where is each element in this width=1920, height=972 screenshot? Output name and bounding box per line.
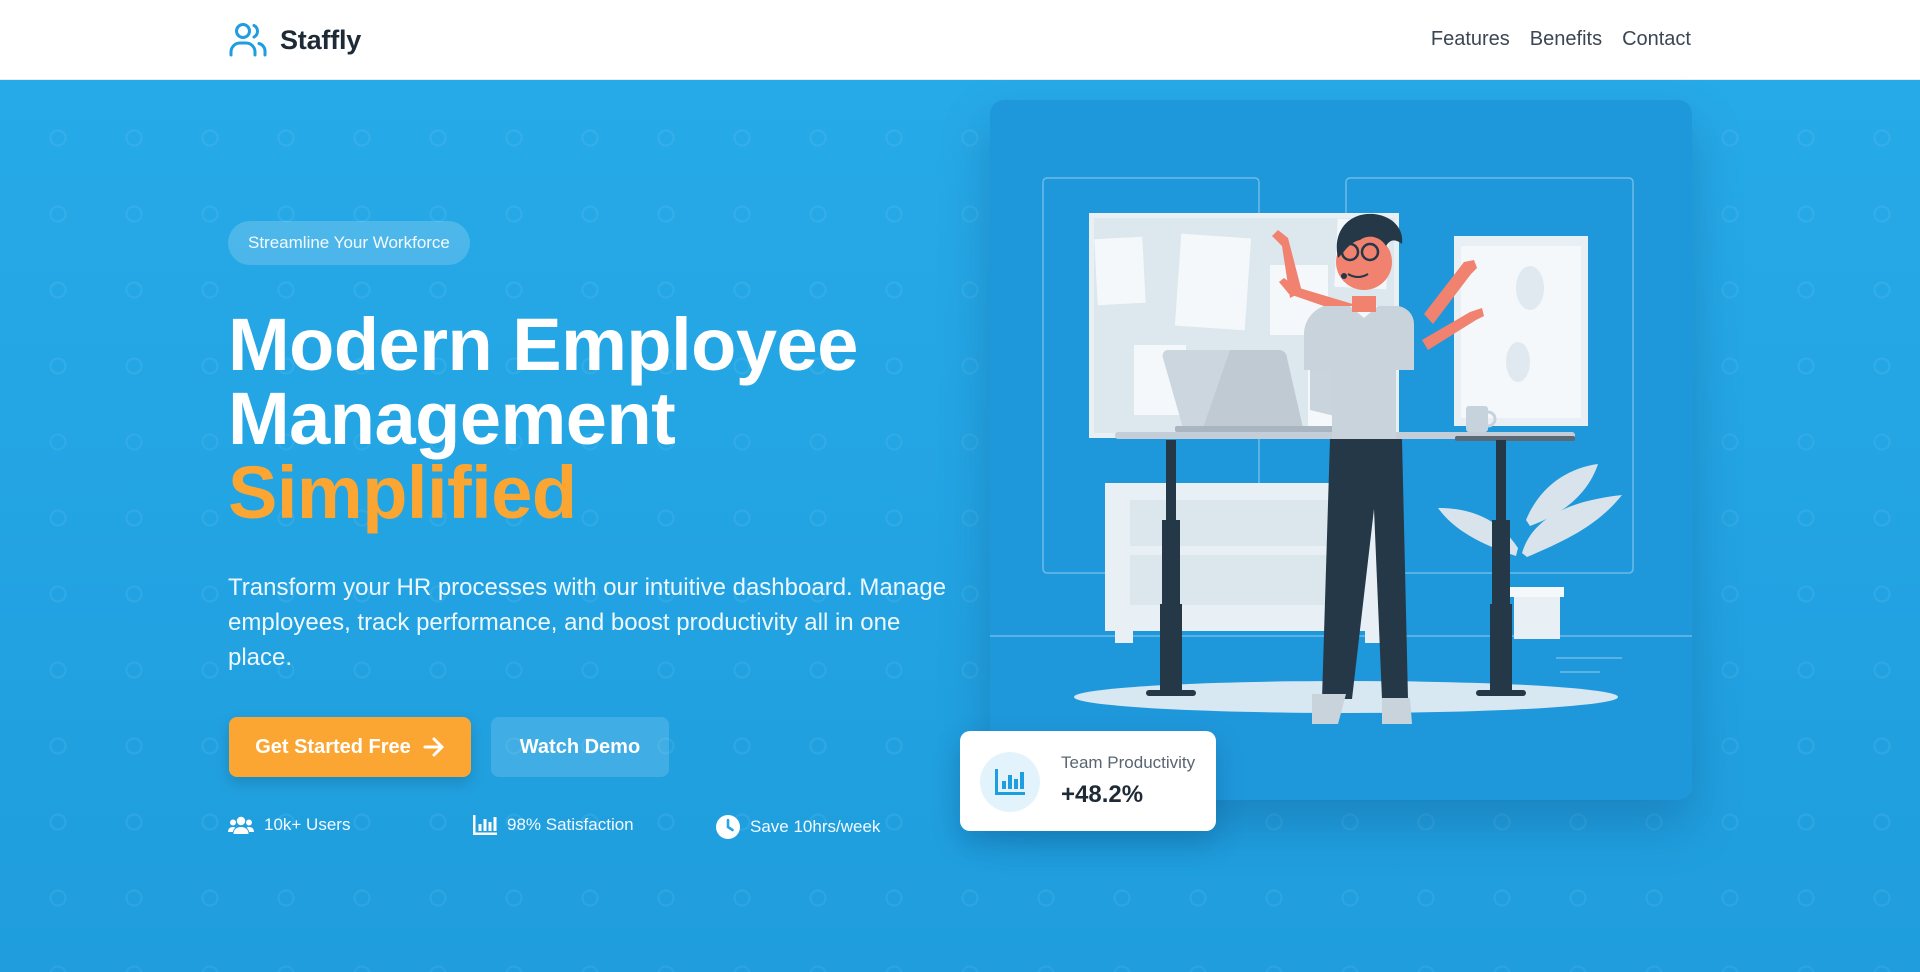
metric-value: +48.2% (1061, 781, 1144, 808)
navbar: Staffly Features Benefits Contact (0, 0, 1920, 80)
watch-demo-label: Watch Demo (519, 735, 641, 758)
nav-link-features[interactable]: Features (1431, 28, 1510, 51)
stat-users: 10k+ Users (228, 815, 350, 835)
headline-line-1: Modern Employee (228, 303, 858, 386)
office-illustration (990, 177, 1692, 724)
nav-link-benefits[interactable]: Benefits (1530, 28, 1602, 51)
stat-satisfaction: 98% Satisfaction (473, 815, 634, 835)
stat-satisfaction-label: 98% Satisfaction (507, 815, 634, 834)
get-started-button[interactable]: Get Started Free (229, 717, 471, 777)
nav-links: Features Benefits Contact (1431, 28, 1691, 51)
watch-demo-button[interactable]: Watch Demo (491, 717, 669, 777)
users-icon (228, 816, 254, 834)
stat-users-label: 10k+ Users (264, 815, 351, 834)
hero-headline: Modern Employee Management Simplified (228, 308, 858, 530)
get-started-label: Get Started Free (255, 735, 411, 758)
bar-chart-icon (995, 769, 1025, 795)
stat-time-saved: Save 10hrs/week (716, 815, 880, 839)
users-icon (229, 23, 267, 57)
tagline-pill: Streamline Your Workforce (228, 221, 470, 265)
clock-icon (716, 815, 740, 839)
headline-accent: Simplified (228, 451, 577, 534)
metric-label: Team Productivity (1061, 753, 1196, 772)
hero-subtext: Transform your HR processes with our int… (228, 574, 947, 671)
nav-link-contact[interactable]: Contact (1622, 28, 1691, 51)
headline-line-2: Management (228, 377, 676, 460)
arrow-right-icon (423, 737, 444, 757)
bar-chart-icon (473, 815, 497, 835)
stat-time-saved-label: Save 10hrs/week (750, 817, 881, 836)
hero-illustration-card (990, 100, 1692, 800)
brand-logo[interactable]: Staffly (228, 22, 361, 58)
metric-icon-circle (980, 752, 1040, 812)
team-productivity-card: Team Productivity +48.2% (960, 731, 1216, 831)
brand-name: Staffly (280, 24, 362, 55)
